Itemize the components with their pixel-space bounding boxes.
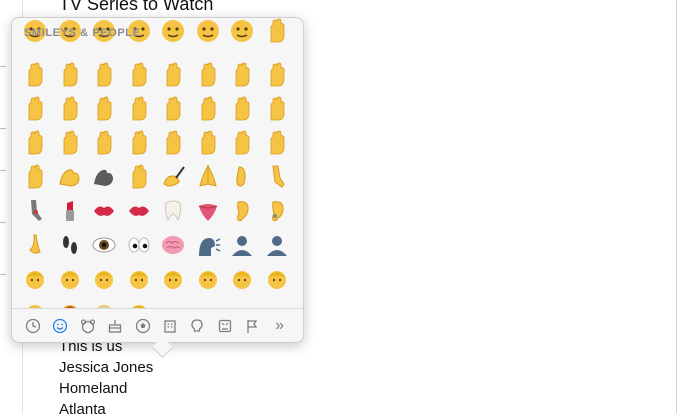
margin-tick	[0, 274, 6, 275]
emoji-vulcan-salute[interactable]	[225, 126, 259, 160]
tab-recent[interactable]	[21, 314, 45, 338]
emoji-ear[interactable]	[225, 194, 259, 228]
emoji-raised-fist[interactable]	[260, 58, 294, 92]
tab-symbols[interactable]	[213, 314, 237, 338]
cake-icon	[107, 318, 123, 334]
emoji-writing-hand[interactable]	[156, 160, 190, 194]
emoji-foot[interactable]	[225, 160, 259, 194]
soccer-ball-icon	[135, 318, 151, 334]
emoji-speaking-head[interactable]	[191, 228, 225, 262]
tab-travel-places[interactable]	[158, 314, 182, 338]
emoji-man-white-hair[interactable]	[87, 296, 121, 308]
emoji-crying-face[interactable]	[156, 18, 190, 48]
tab-animals-nature[interactable]	[76, 314, 100, 338]
emoji-clapping-hands[interactable]	[87, 58, 121, 92]
symbols-icon	[217, 318, 233, 334]
emoji-man-bald[interactable]	[18, 296, 52, 308]
emoji-hand-with-fingers-splayed[interactable]	[191, 126, 225, 160]
emoji-sign-of-horns[interactable]	[156, 92, 190, 126]
emoji-thumbs-up[interactable]	[156, 58, 190, 92]
emoji-mouth[interactable]	[122, 194, 156, 228]
margin-tick	[0, 222, 6, 223]
tab-objects[interactable]	[185, 314, 209, 338]
tab-more[interactable]: »	[268, 314, 292, 338]
emoji-eyes[interactable]	[122, 228, 156, 262]
emoji-lipstick[interactable]	[53, 194, 87, 228]
tab-flags[interactable]	[240, 314, 264, 338]
clock-icon	[25, 318, 41, 334]
emoji-grid	[12, 18, 303, 308]
emoji-open-hands[interactable]	[260, 18, 294, 48]
emoji-palms-together-up[interactable]	[18, 58, 52, 92]
document-line[interactable]: Homeland	[59, 380, 127, 397]
document-line[interactable]: Atlanta	[59, 401, 106, 418]
emoji-man[interactable]	[225, 262, 259, 296]
emoji-woman[interactable]	[156, 262, 190, 296]
emoji-ear-with-hearing-aid[interactable]	[260, 194, 294, 228]
emoji-bust-in-silhouette[interactable]	[225, 228, 259, 262]
emoji-handshake[interactable]	[122, 58, 156, 92]
emoji-raised-hand[interactable]	[156, 126, 190, 160]
building-icon	[162, 318, 178, 334]
emoji-flexed-biceps-dark[interactable]	[87, 160, 121, 194]
emoji-tongue[interactable]	[191, 194, 225, 228]
emoji-confounded-face[interactable]	[225, 18, 259, 48]
emoji-brain[interactable]	[156, 228, 190, 262]
emoji-child[interactable]	[53, 262, 87, 296]
emoji-girl[interactable]	[122, 262, 156, 296]
emoji-thumbs-down[interactable]	[191, 58, 225, 92]
emoji-middle-finger[interactable]	[122, 160, 156, 194]
emoji-tooth[interactable]	[156, 194, 190, 228]
emoji-mechanical-leg[interactable]	[18, 194, 52, 228]
emoji-picker-popover: SMILEYS & PEOPLE »	[11, 17, 304, 359]
emoji-backhand-index-right[interactable]	[260, 92, 294, 126]
emoji-man-red-hair[interactable]	[53, 296, 87, 308]
tab-food-drink[interactable]	[103, 314, 127, 338]
emoji-ok-hand[interactable]	[191, 92, 225, 126]
emoji-busts-in-silhouette[interactable]	[260, 228, 294, 262]
double-chevron-right-icon: »	[275, 317, 285, 334]
emoji-index-pointing-up[interactable]	[87, 126, 121, 160]
document-title[interactable]: TV Series to Watch	[59, 0, 213, 15]
emoji-call-me-hand[interactable]	[18, 160, 52, 194]
emoji-weary-face[interactable]	[191, 18, 225, 48]
emoji-nose[interactable]	[18, 228, 52, 262]
emoji-kiss-mark[interactable]	[87, 194, 121, 228]
emoji-person-blond[interactable]	[191, 262, 225, 296]
margin-tick	[0, 170, 6, 171]
emoji-right-facing-fist[interactable]	[53, 92, 87, 126]
emoji-eye[interactable]	[87, 228, 121, 262]
category-tab-bar: »	[12, 308, 303, 342]
emoji-flexed-biceps[interactable]	[53, 160, 87, 194]
emoji-victory-hand[interactable]	[122, 92, 156, 126]
emoji-raising-hands[interactable]	[53, 58, 87, 92]
tab-smileys-people[interactable]	[48, 314, 72, 338]
emoji-left-facing-fist[interactable]	[18, 92, 52, 126]
emoji-man-curly[interactable]	[260, 262, 294, 296]
emoji-backhand-index-down[interactable]	[53, 126, 87, 160]
emoji-leg[interactable]	[260, 160, 294, 194]
emoji-baby[interactable]	[18, 262, 52, 296]
emoji-folded-hands[interactable]	[191, 160, 225, 194]
smiley-icon	[52, 318, 68, 334]
flag-icon	[244, 318, 260, 334]
document-line[interactable]: Jessica Jones	[59, 359, 153, 376]
section-header: SMILEYS & PEOPLE	[24, 27, 141, 39]
tab-activity[interactable]	[131, 314, 155, 338]
emoji-footprints[interactable]	[53, 228, 87, 262]
margin-tick	[0, 128, 6, 129]
bear-icon	[80, 318, 96, 334]
lightbulb-icon	[189, 318, 205, 334]
right-margin-guide	[676, 0, 677, 413]
emoji-waving-hand[interactable]	[260, 126, 294, 160]
emoji-boy[interactable]	[87, 262, 121, 296]
emoji-backhand-index-up[interactable]	[18, 126, 52, 160]
emoji-raised-back-of-hand[interactable]	[122, 126, 156, 160]
emoji-oncoming-fist[interactable]	[225, 58, 259, 92]
emoji-crossed-fingers[interactable]	[87, 92, 121, 126]
emoji-man-beard[interactable]	[122, 296, 156, 308]
emoji-backhand-index-left[interactable]	[225, 92, 259, 126]
margin-tick	[0, 66, 6, 67]
